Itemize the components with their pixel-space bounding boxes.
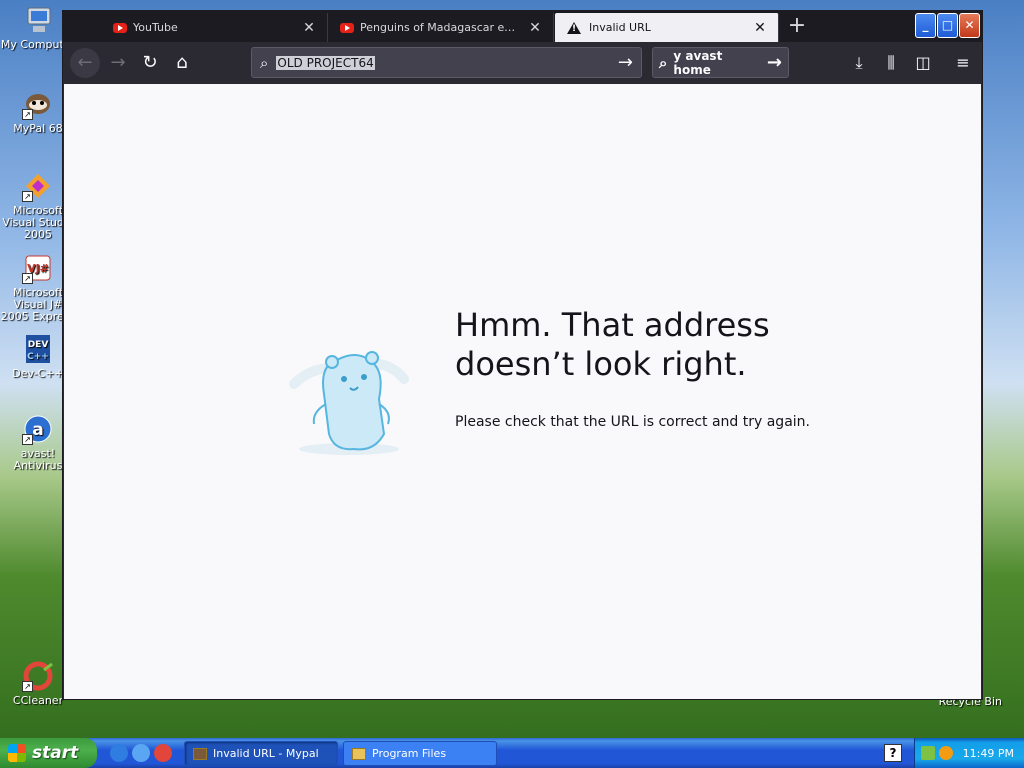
- close-tab-icon[interactable]: ✕: [527, 20, 543, 36]
- warning-icon: [567, 21, 581, 34]
- youtube-icon: [113, 22, 127, 33]
- start-button[interactable]: start: [0, 738, 97, 768]
- reload-button[interactable]: ↻: [135, 48, 165, 78]
- ccleaner-quicklaunch-icon[interactable]: [154, 744, 172, 762]
- minimize-button[interactable]: _: [915, 13, 936, 38]
- svg-text:DEV: DEV: [28, 340, 49, 350]
- taskbar-item-label: Program Files: [372, 747, 447, 760]
- close-tab-icon[interactable]: ✕: [752, 20, 768, 36]
- youtube-icon: [340, 22, 354, 33]
- error-mascot-illustration: [274, 324, 424, 474]
- visual-studio-icon: ↗: [22, 170, 54, 202]
- svg-text:a: a: [32, 420, 43, 440]
- shortcut-arrow-icon: ↗: [22, 434, 33, 445]
- downloads-icon[interactable]: ⤓: [844, 48, 874, 78]
- home-button[interactable]: ⌂: [167, 48, 197, 78]
- help-icon[interactable]: ?: [884, 744, 902, 762]
- shortcut-arrow-icon: ↗: [22, 273, 33, 284]
- error-title: Hmm. That address doesn’t look right.: [455, 306, 770, 383]
- system-tray: 11:49 PM: [914, 738, 1024, 768]
- avast-icon: a ↗: [22, 413, 54, 445]
- clock: 11:49 PM: [962, 746, 1014, 760]
- navigation-toolbar: ← → ↻ ⌂ ⌕ OLD PROJECT64 → ⌕ y avast home…: [63, 42, 982, 84]
- url-input[interactable]: OLD PROJECT64: [276, 55, 375, 70]
- start-label: start: [32, 743, 79, 763]
- mypal-icon: [193, 747, 207, 760]
- shortcut-arrow-icon: ↗: [22, 681, 33, 692]
- ccleaner-icon: ↗: [22, 660, 54, 692]
- shortcut-arrow-icon: ↗: [22, 109, 33, 120]
- url-bar[interactable]: ⌕ OLD PROJECT64 →: [251, 47, 642, 78]
- devcpp-icon: DEV C++: [22, 333, 54, 365]
- go-arrow-icon[interactable]: →: [767, 52, 782, 73]
- search-input[interactable]: y avast home: [673, 49, 763, 77]
- computer-icon: [22, 4, 54, 36]
- library-icon[interactable]: ⫼: [876, 48, 906, 78]
- tab-strip: YouTube ✕ Penguins of Madagascar except …: [63, 11, 982, 42]
- search-bar[interactable]: ⌕ y avast home →: [652, 47, 789, 78]
- forward-button[interactable]: →: [103, 48, 133, 78]
- sidebar-icon[interactable]: ◫: [908, 48, 938, 78]
- tab-title: Invalid URL: [589, 21, 651, 34]
- network-icon[interactable]: [920, 746, 935, 760]
- tab-title: Penguins of Madagascar except it: [360, 21, 521, 34]
- tab-penguins[interactable]: Penguins of Madagascar except it ✕: [328, 13, 554, 42]
- svg-text:C++: C++: [27, 352, 49, 362]
- tab-youtube[interactable]: YouTube ✕: [101, 13, 328, 42]
- vjsharp-icon: VJ# ↗: [22, 252, 54, 284]
- close-window-button[interactable]: ✕: [959, 13, 980, 38]
- close-tab-icon[interactable]: ✕: [301, 20, 317, 36]
- search-icon: ⌕: [260, 53, 269, 72]
- error-message: Please check that the URL is correct and…: [455, 414, 810, 430]
- search-icon: ⌕: [659, 53, 668, 72]
- internet-explorer-icon[interactable]: [110, 744, 128, 762]
- menu-icon[interactable]: ≡: [948, 48, 978, 78]
- back-button[interactable]: ←: [70, 48, 100, 78]
- tab-title: YouTube: [133, 21, 178, 34]
- taskbar: start Invalid URL - Mypal Program Files …: [0, 738, 1024, 768]
- maximize-button[interactable]: □: [937, 13, 958, 38]
- shortcut-arrow-icon: ↗: [22, 191, 33, 202]
- ie-alt-icon[interactable]: [132, 744, 150, 762]
- windows-logo-icon: [8, 744, 26, 762]
- taskbar-item-folder[interactable]: Program Files: [343, 741, 497, 766]
- browser-window: YouTube ✕ Penguins of Madagascar except …: [62, 10, 983, 700]
- taskbar-item-label: Invalid URL - Mypal: [213, 747, 319, 760]
- search-tray-icon[interactable]: [938, 746, 953, 760]
- new-tab-button[interactable]: +: [785, 15, 809, 39]
- mypal-icon: ↗: [22, 88, 54, 120]
- go-arrow-icon[interactable]: →: [618, 52, 633, 73]
- tab-invalid-url[interactable]: Invalid URL ✕: [555, 13, 779, 42]
- folder-icon: [352, 747, 366, 760]
- taskbar-item-browser[interactable]: Invalid URL - Mypal: [184, 741, 338, 766]
- window-controls: _ □ ✕: [915, 13, 980, 38]
- page-content: Hmm. That address doesn’t look right. Pl…: [64, 84, 981, 699]
